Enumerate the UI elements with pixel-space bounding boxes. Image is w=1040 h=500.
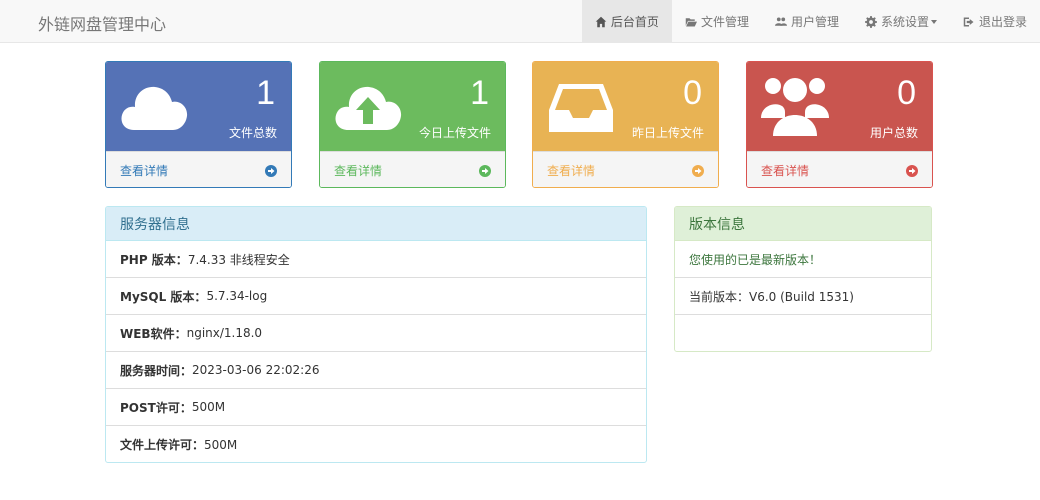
stat-panel-yesterday-uploads: 0 昨日上传文件 查看详情 — [532, 61, 719, 188]
list-item: PHP 版本： 7.4.33 非线程安全 — [106, 241, 646, 278]
nav-item-label: 系统设置 — [880, 15, 929, 29]
stat-panel-head: 0 用户总数 — [747, 62, 932, 151]
view-details-link[interactable]: 查看详情 — [320, 151, 505, 187]
home-icon — [595, 16, 607, 28]
stat-count: 1 — [256, 74, 275, 112]
nav-item-label: 退出登录 — [978, 15, 1027, 29]
info-value: nginx/1.18.0 — [186, 326, 263, 340]
arrow-circle-right-icon — [692, 164, 704, 177]
info-key: PHP 版本： — [120, 252, 188, 267]
view-details-link[interactable]: 查看详情 — [106, 151, 291, 187]
nav-item-files[interactable]: 文件管理 — [672, 0, 762, 43]
arrow-circle-right-icon — [906, 164, 918, 177]
folder-open-icon — [685, 16, 697, 28]
cloud-upload-icon — [332, 72, 404, 138]
stat-count: 1 — [470, 74, 489, 112]
gear-icon — [864, 15, 877, 28]
panel-title: 版本信息 — [675, 207, 931, 241]
list-item: MySQL 版本： 5.7.34-log — [106, 278, 646, 315]
nav-item-settings[interactable]: 系统设置 — [852, 0, 950, 43]
info-value: 7.4.33 非线程安全 — [187, 252, 290, 267]
info-value: 5.7.34-log — [206, 289, 268, 303]
arrow-circle-right-icon — [479, 164, 491, 177]
list-item: WEB软件： nginx/1.18.0 — [106, 315, 646, 352]
info-key: 服务器时间： — [120, 363, 193, 378]
info-value: 500M — [204, 437, 238, 452]
version-status: 您使用的已是最新版本！ — [675, 241, 931, 278]
stat-panel-total-users: 0 用户总数 查看详情 — [746, 61, 933, 188]
stat-label: 文件总数 — [228, 126, 277, 140]
nav-item-home[interactable]: 后台首页 — [581, 0, 672, 43]
info-value: 500M — [191, 400, 226, 414]
view-details-label: 查看详情 — [334, 164, 383, 178]
nav-item-label: 用户管理 — [790, 15, 839, 29]
cloud-icon — [118, 72, 190, 138]
view-details-label: 查看详情 — [547, 164, 596, 178]
info-value: 2023-03-06 22:02:26 — [192, 363, 320, 377]
nav-item-logout[interactable]: 退出登录 — [950, 0, 1040, 43]
nav-menu: 后台首页 文件管理 用户管理 系统设置 退出登录 — [581, 0, 1040, 43]
view-details-link[interactable]: 查看详情 — [533, 151, 718, 187]
stat-panel-head: 1 文件总数 — [106, 62, 291, 151]
server-info-panel: 服务器信息 PHP 版本： 7.4.33 非线程安全 MySQL 版本： 5.7.3… — [105, 206, 647, 463]
info-key: WEB软件： — [120, 326, 187, 341]
stat-count: 0 — [897, 74, 916, 112]
stat-panel-total-files: 1 文件总数 查看详情 — [105, 61, 292, 188]
users-icon — [774, 16, 787, 28]
info-key: MySQL 版本： — [120, 289, 207, 304]
version-info-panel: 版本信息 您使用的已是最新版本！ 当前版本：V6.0 (Build 1531) — [674, 206, 932, 352]
info-key: 文件上传许可： — [120, 438, 205, 452]
nav-item-label: 文件管理 — [700, 15, 749, 29]
list-item: 服务器时间： 2023-03-06 22:02:26 — [106, 352, 646, 389]
caret-down-icon — [930, 19, 937, 24]
users-icon — [759, 72, 831, 138]
view-details-link[interactable]: 查看详情 — [747, 151, 932, 187]
stat-panel-head: 0 昨日上传文件 — [533, 62, 718, 151]
stat-label: 今日上传文件 — [418, 126, 491, 140]
stat-label: 用户总数 — [869, 126, 918, 140]
stat-count: 0 — [683, 74, 702, 112]
view-details-label: 查看详情 — [761, 164, 810, 178]
view-details-label: 查看详情 — [120, 164, 169, 178]
inbox-icon — [545, 72, 617, 138]
navbar: 外链网盘管理中心 后台首页 文件管理 用户管理 系统设置 退出登录 — [0, 0, 1040, 43]
nav-item-users[interactable]: 用户管理 — [762, 0, 852, 43]
stat-panel-head: 1 今日上传文件 — [320, 62, 505, 151]
empty-row — [675, 315, 931, 351]
arrow-circle-right-icon — [265, 164, 277, 177]
current-version: 当前版本：V6.0 (Build 1531) — [675, 278, 931, 315]
brand-title[interactable]: 外链网盘管理中心 — [38, 11, 166, 35]
logout-icon — [963, 16, 975, 28]
info-key: POST许可： — [120, 400, 192, 415]
nav-item-label: 后台首页 — [610, 15, 659, 29]
list-item: POST许可： 500M — [106, 389, 646, 426]
panel-title: 服务器信息 — [106, 207, 646, 241]
stat-panel-today-uploads: 1 今日上传文件 查看详情 — [319, 61, 506, 188]
stat-label: 昨日上传文件 — [631, 126, 704, 140]
list-item: 文件上传许可： 500M — [106, 426, 646, 462]
